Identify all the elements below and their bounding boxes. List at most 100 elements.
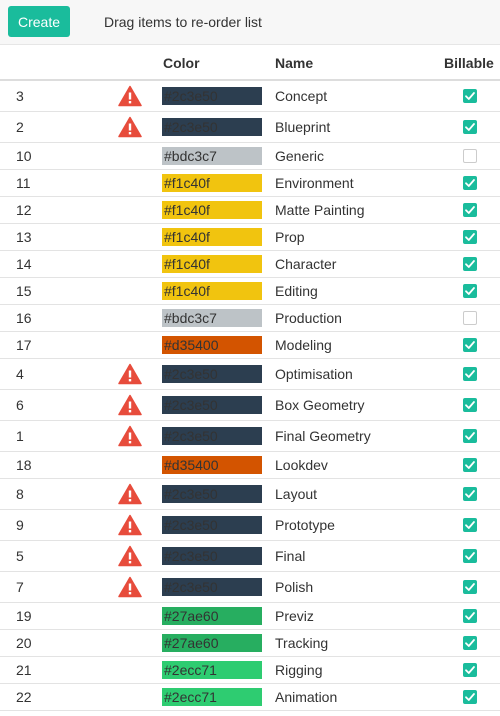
warning-icon bbox=[118, 394, 142, 416]
table-row[interactable]: 16 #bdc3c7 Production bbox=[0, 305, 500, 332]
table-row[interactable]: 10 #bdc3c7 Generic bbox=[0, 143, 500, 170]
row-id: 12 bbox=[16, 202, 32, 218]
color-swatch[interactable]: #bdc3c7 bbox=[162, 309, 262, 327]
table-row[interactable]: 3 #2c3e50 Concept bbox=[0, 81, 500, 112]
billable-checkbox[interactable] bbox=[463, 230, 477, 244]
color-swatch[interactable]: #d35400 bbox=[162, 336, 262, 354]
color-swatch[interactable]: #2c3e50 bbox=[162, 87, 262, 105]
row-id: 11 bbox=[16, 175, 31, 191]
billable-checkbox[interactable] bbox=[463, 458, 477, 472]
billable-checkbox[interactable] bbox=[463, 518, 477, 532]
table-row[interactable]: 11 #f1c40f Environment bbox=[0, 170, 500, 197]
row-name: Lookdev bbox=[275, 457, 328, 473]
color-swatch[interactable]: #d35400 bbox=[162, 456, 262, 474]
warning-icon bbox=[118, 514, 142, 536]
billable-checkbox[interactable] bbox=[463, 580, 477, 594]
check-icon bbox=[465, 401, 475, 409]
warning-icon bbox=[118, 425, 142, 447]
check-icon bbox=[465, 233, 475, 241]
billable-checkbox[interactable] bbox=[463, 284, 477, 298]
row-id: 19 bbox=[16, 608, 32, 624]
check-icon bbox=[465, 370, 475, 378]
color-swatch[interactable]: #2ecc71 bbox=[162, 661, 262, 679]
table-row[interactable]: 8 #2c3e50 Layout bbox=[0, 479, 500, 510]
table-row[interactable]: 17 #d35400 Modeling bbox=[0, 332, 500, 359]
billable-checkbox[interactable] bbox=[463, 311, 477, 325]
table-row[interactable]: 21 #2ecc71 Rigging bbox=[0, 657, 500, 684]
color-swatch[interactable]: #27ae60 bbox=[162, 607, 262, 625]
check-icon bbox=[465, 583, 475, 591]
billable-checkbox[interactable] bbox=[463, 636, 477, 650]
table-row[interactable]: 19 #27ae60 Previz bbox=[0, 603, 500, 630]
warning-icon bbox=[118, 363, 142, 385]
row-name: Optimisation bbox=[275, 366, 353, 382]
color-swatch[interactable]: #2c3e50 bbox=[162, 547, 262, 565]
billable-checkbox[interactable] bbox=[463, 203, 477, 217]
color-swatch[interactable]: #2c3e50 bbox=[162, 427, 262, 445]
color-swatch[interactable]: #f1c40f bbox=[162, 174, 262, 192]
billable-checkbox[interactable] bbox=[463, 176, 477, 190]
check-icon bbox=[465, 666, 475, 674]
table-header: Color Name Billable bbox=[0, 45, 500, 81]
billable-checkbox[interactable] bbox=[463, 549, 477, 563]
billable-checkbox[interactable] bbox=[463, 338, 477, 352]
table-row[interactable]: 4 #2c3e50 Optimisation bbox=[0, 359, 500, 390]
row-name: Editing bbox=[275, 283, 318, 299]
table-row[interactable]: 9 #2c3e50 Prototype bbox=[0, 510, 500, 541]
billable-checkbox[interactable] bbox=[463, 487, 477, 501]
color-swatch[interactable]: #2c3e50 bbox=[162, 485, 262, 503]
table-row[interactable]: 14 #f1c40f Character bbox=[0, 251, 500, 278]
color-swatch[interactable]: #f1c40f bbox=[162, 228, 262, 246]
color-swatch[interactable]: #f1c40f bbox=[162, 255, 262, 273]
reorder-hint: Drag items to re-order list bbox=[104, 14, 262, 30]
color-swatch[interactable]: #f1c40f bbox=[162, 282, 262, 300]
row-id: 22 bbox=[16, 689, 32, 705]
billable-checkbox[interactable] bbox=[463, 398, 477, 412]
color-swatch[interactable]: #2c3e50 bbox=[162, 118, 262, 136]
table-row[interactable]: 13 #f1c40f Prop bbox=[0, 224, 500, 251]
table-row[interactable]: 5 #2c3e50 Final bbox=[0, 541, 500, 572]
column-header-name[interactable]: Name bbox=[275, 55, 313, 71]
color-swatch[interactable]: #2c3e50 bbox=[162, 516, 262, 534]
column-header-billable[interactable]: Billable bbox=[444, 55, 494, 71]
task-type-list: 3 #2c3e50 Concept 2 #2c3e50 Blueprint 10 #bdc3c… bbox=[0, 81, 500, 711]
check-icon bbox=[465, 287, 475, 295]
color-swatch[interactable]: #f1c40f bbox=[162, 201, 262, 219]
row-name: Prop bbox=[275, 229, 305, 245]
billable-checkbox[interactable] bbox=[463, 367, 477, 381]
color-swatch[interactable]: #27ae60 bbox=[162, 634, 262, 652]
check-icon bbox=[465, 179, 475, 187]
check-icon bbox=[465, 206, 475, 214]
billable-checkbox[interactable] bbox=[463, 609, 477, 623]
billable-checkbox[interactable] bbox=[463, 149, 477, 163]
billable-checkbox[interactable] bbox=[463, 690, 477, 704]
color-swatch[interactable]: #bdc3c7 bbox=[162, 147, 262, 165]
billable-checkbox[interactable] bbox=[463, 663, 477, 677]
table-row[interactable]: 20 #27ae60 Tracking bbox=[0, 630, 500, 657]
table-row[interactable]: 22 #2ecc71 Animation bbox=[0, 684, 500, 711]
row-name: Polish bbox=[275, 579, 314, 595]
billable-checkbox[interactable] bbox=[463, 257, 477, 271]
billable-checkbox[interactable] bbox=[463, 429, 477, 443]
column-header-color[interactable]: Color bbox=[163, 55, 200, 71]
color-swatch[interactable]: #2ecc71 bbox=[162, 688, 262, 706]
color-swatch[interactable]: #2c3e50 bbox=[162, 396, 262, 414]
warning-icon bbox=[118, 576, 142, 598]
create-button[interactable]: Create bbox=[8, 6, 70, 37]
row-id: 14 bbox=[16, 256, 32, 272]
row-id: 16 bbox=[16, 310, 32, 326]
table-row[interactable]: 12 #f1c40f Matte Painting bbox=[0, 197, 500, 224]
billable-checkbox[interactable] bbox=[463, 120, 477, 134]
check-icon bbox=[465, 552, 475, 560]
row-id: 6 bbox=[16, 397, 24, 413]
billable-checkbox[interactable] bbox=[463, 89, 477, 103]
color-swatch[interactable]: #2c3e50 bbox=[162, 365, 262, 383]
row-name: Matte Painting bbox=[275, 202, 365, 218]
color-swatch[interactable]: #2c3e50 bbox=[162, 578, 262, 596]
table-row[interactable]: 2 #2c3e50 Blueprint bbox=[0, 112, 500, 143]
table-row[interactable]: 1 #2c3e50 Final Geometry bbox=[0, 421, 500, 452]
table-row[interactable]: 18 #d35400 Lookdev bbox=[0, 452, 500, 479]
table-row[interactable]: 6 #2c3e50 Box Geometry bbox=[0, 390, 500, 421]
table-row[interactable]: 15 #f1c40f Editing bbox=[0, 278, 500, 305]
table-row[interactable]: 7 #2c3e50 Polish bbox=[0, 572, 500, 603]
